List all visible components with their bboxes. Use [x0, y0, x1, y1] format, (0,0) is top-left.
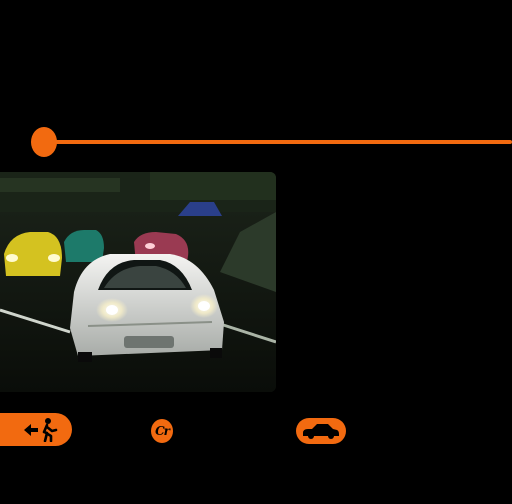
exit-button[interactable]	[0, 413, 72, 446]
timeline-marker[interactable]	[31, 127, 57, 157]
car-preview-image	[0, 172, 276, 392]
timeline-track[interactable]	[46, 140, 512, 144]
credits-icon: Cr	[151, 419, 173, 443]
garage-button[interactable]	[296, 418, 346, 444]
exit-person-icon	[24, 418, 58, 442]
car-icon	[303, 424, 339, 439]
